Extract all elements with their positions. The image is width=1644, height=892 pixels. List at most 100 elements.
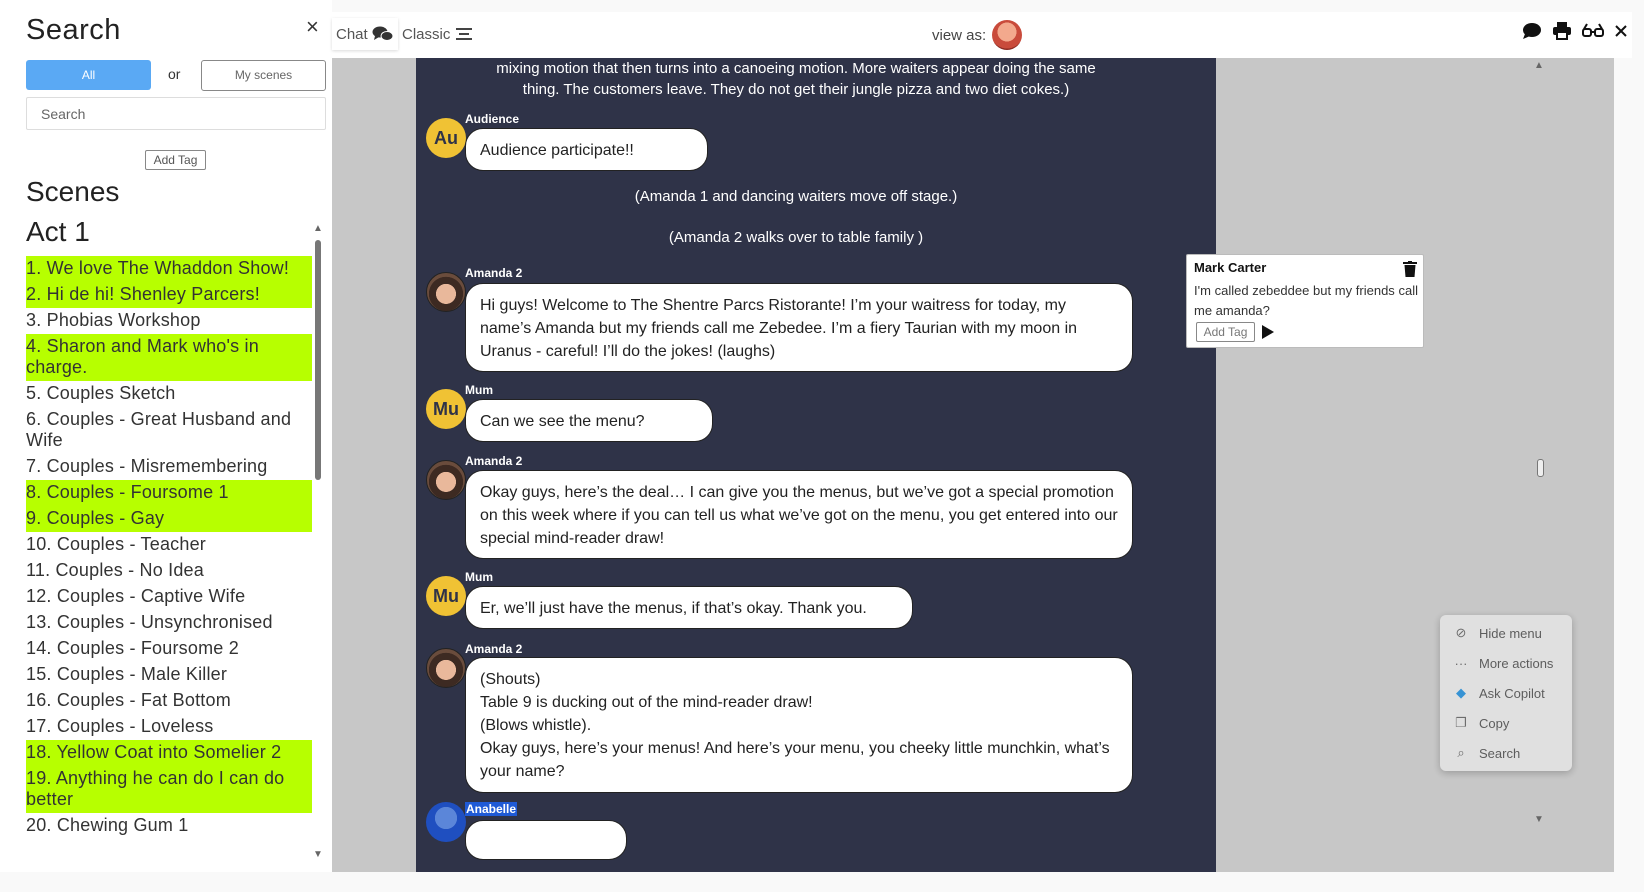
- menu-item-label: Ask Copilot: [1479, 685, 1545, 701]
- scene-item[interactable]: 19. Anything he can do I can do better: [26, 766, 312, 813]
- scene-scrollbar-thumb[interactable]: [315, 240, 321, 480]
- scene-item[interactable]: 9. Couples - Gay: [26, 506, 312, 532]
- scene-item[interactable]: 16. Couples - Fat Bottom: [26, 688, 312, 714]
- add-tag-button[interactable]: Add Tag: [145, 150, 206, 170]
- sidebar-title: Search: [26, 14, 121, 46]
- close-icon[interactable]: [1614, 24, 1628, 38]
- scene-item[interactable]: 20. Chewing Gum 1: [26, 813, 312, 839]
- speaker-name: Amanda 2: [465, 266, 523, 280]
- my-scenes-button[interactable]: My scenes: [201, 60, 326, 91]
- menu-item-label: More actions: [1479, 655, 1554, 671]
- comment-text: I'm called zebeddee but my friends call …: [1194, 283, 1418, 318]
- scene-scroll-up-arrow[interactable]: ▲: [313, 223, 323, 234]
- print-icon[interactable]: [1552, 22, 1572, 40]
- scene-item[interactable]: 4. Sharon and Mark who's in charge.: [26, 334, 312, 381]
- avatar: [426, 648, 466, 688]
- scene-item[interactable]: 12. Couples - Captive Wife: [26, 584, 312, 610]
- avatar: Mu: [426, 389, 466, 429]
- speaker-name: Anabelle: [465, 802, 518, 816]
- stage-direction: mixing motion that then turns into a can…: [496, 60, 1096, 98]
- speaker-name: Mum: [465, 570, 493, 584]
- speaker-name: Amanda 2: [465, 454, 523, 468]
- ellipsis-icon: ···: [1454, 655, 1468, 671]
- view-as-label: view as:: [932, 26, 987, 44]
- chat-message: Audience Au Audience participate!!: [426, 112, 726, 176]
- avatar: Au: [426, 118, 466, 158]
- avatar: [426, 460, 466, 500]
- speaker-name: Amanda 2: [465, 642, 523, 656]
- message-bubble: [465, 820, 627, 860]
- chat-message: Amanda 2 Okay guys, here’s the deal… I c…: [426, 454, 1136, 564]
- comment-add-tag-button[interactable]: Add Tag: [1196, 322, 1255, 342]
- message-bubble: Can we see the menu?: [465, 399, 713, 442]
- speaker-name: Mum: [465, 383, 493, 397]
- avatar: Mu: [426, 576, 466, 616]
- scene-item[interactable]: 7. Couples - Misremembering: [26, 454, 312, 480]
- filter-all-button[interactable]: All: [26, 60, 151, 90]
- tab-chat[interactable]: Chat: [332, 18, 398, 50]
- chat-message: Amanda 2 (Shouts) Table 9 is ducking out…: [426, 642, 1136, 802]
- message-bubble: (Shouts) Table 9 is ducking out of the m…: [465, 657, 1133, 793]
- menu-item-more-actions[interactable]: ··· More actions: [1440, 648, 1572, 678]
- stage-direction: (Amanda 1 and dancing waiters move off s…: [634, 188, 958, 205]
- chat-message: Mum Mu Can we see the menu?: [426, 383, 726, 447]
- tab-chat-label: Chat: [336, 25, 368, 43]
- scene-item[interactable]: 17. Couples - Loveless: [26, 714, 312, 740]
- top-icons: [1522, 22, 1628, 40]
- tab-classic[interactable]: Classic: [402, 18, 473, 50]
- scene-item[interactable]: 6. Couples - Great Husband and Wife: [26, 407, 312, 454]
- scene-item[interactable]: 18. Yellow Coat into Somelier 2: [26, 740, 312, 766]
- avatar: [426, 802, 466, 842]
- comment-card: Mark Carter I'm called zebeddee but my f…: [1186, 254, 1424, 348]
- search-icon: ⌕: [1457, 745, 1465, 760]
- menu-item-hide-menu[interactable]: ⊘ Hide menu: [1440, 618, 1572, 648]
- chat-panel: mixing motion that then turns into a can…: [416, 58, 1216, 872]
- menu-item-copy[interactable]: ❐ Copy: [1440, 708, 1572, 738]
- main-scroll-down-arrow[interactable]: ▼: [1534, 814, 1544, 825]
- chat-message: Mum Mu Er, we’ll just have the menus, if…: [426, 570, 926, 634]
- trash-icon[interactable]: [1403, 261, 1417, 277]
- avatar: [426, 272, 466, 312]
- chat-message: Anabelle: [426, 802, 726, 872]
- scene-scroll-down-arrow[interactable]: ▼: [313, 849, 323, 860]
- tab-classic-label: Classic: [402, 25, 451, 43]
- message-bubble: Er, we’ll just have the menus, if that’s…: [465, 586, 913, 629]
- message-line: (Blows whistle).: [480, 717, 592, 734]
- main-scroll-up-arrow[interactable]: ▲: [1534, 60, 1544, 71]
- scene-item[interactable]: 10. Couples - Teacher: [26, 532, 312, 558]
- close-sidebar-icon[interactable]: ×: [306, 14, 319, 40]
- scene-item[interactable]: 5. Couples Sketch: [26, 381, 312, 407]
- scene-item[interactable]: 2. Hi de hi! Shenley Parcers!: [26, 282, 312, 308]
- scene-item[interactable]: 1. We love The Whaddon Show!: [26, 256, 312, 282]
- scene-item[interactable]: 14. Couples - Foursome 2: [26, 636, 312, 662]
- comment-icon[interactable]: [1522, 22, 1542, 40]
- message-line: Okay guys, here’s your menus! And here’s…: [480, 740, 1110, 780]
- menu-item-search[interactable]: ⌕ Search: [1440, 738, 1572, 768]
- scene-item[interactable]: 11. Couples - No Idea: [26, 558, 312, 584]
- message-bubble: Okay guys, here’s the deal… I can give y…: [465, 470, 1133, 559]
- menu-item-label: Search: [1479, 745, 1521, 761]
- speaker-name: Audience: [465, 112, 520, 126]
- menu-item-ask-copilot[interactable]: ◆ Ask Copilot: [1440, 678, 1572, 708]
- eye-off-icon: ⊘: [1455, 625, 1467, 640]
- search-sidebar: Search × All or My scenes Add Tag Scenes…: [0, 0, 332, 872]
- scene-item[interactable]: 3. Phobias Workshop: [26, 308, 312, 334]
- main-area: mixing motion that then turns into a can…: [332, 58, 1614, 872]
- copilot-icon: ◆: [1456, 685, 1466, 700]
- scene-item[interactable]: 13. Couples - Unsynchronised: [26, 610, 312, 636]
- stage-direction: (Amanda 2 walks over to table family ): [668, 229, 924, 246]
- glasses-icon[interactable]: [1582, 23, 1604, 39]
- search-input[interactable]: [26, 97, 326, 130]
- main-scrollbar-thumb[interactable]: [1537, 459, 1544, 477]
- top-bar: Chat Classic view as:: [332, 12, 1632, 58]
- view-as-avatar[interactable]: [992, 20, 1023, 50]
- view-as: view as:: [932, 20, 1023, 50]
- message-line: Table 9 is ducking out of the mind-reade…: [480, 694, 813, 711]
- scene-item[interactable]: 8. Couples - Foursome 1: [26, 480, 312, 506]
- copy-icon: ❐: [1455, 715, 1467, 730]
- message-bubble: Audience participate!!: [465, 128, 708, 171]
- message-bubble: Hi guys! Welcome to The Shentre Parcs Ri…: [465, 283, 1133, 372]
- play-icon[interactable]: [1261, 324, 1275, 340]
- scene-item[interactable]: 15. Couples - Male Killer: [26, 662, 312, 688]
- act-heading: Act 1: [26, 216, 90, 247]
